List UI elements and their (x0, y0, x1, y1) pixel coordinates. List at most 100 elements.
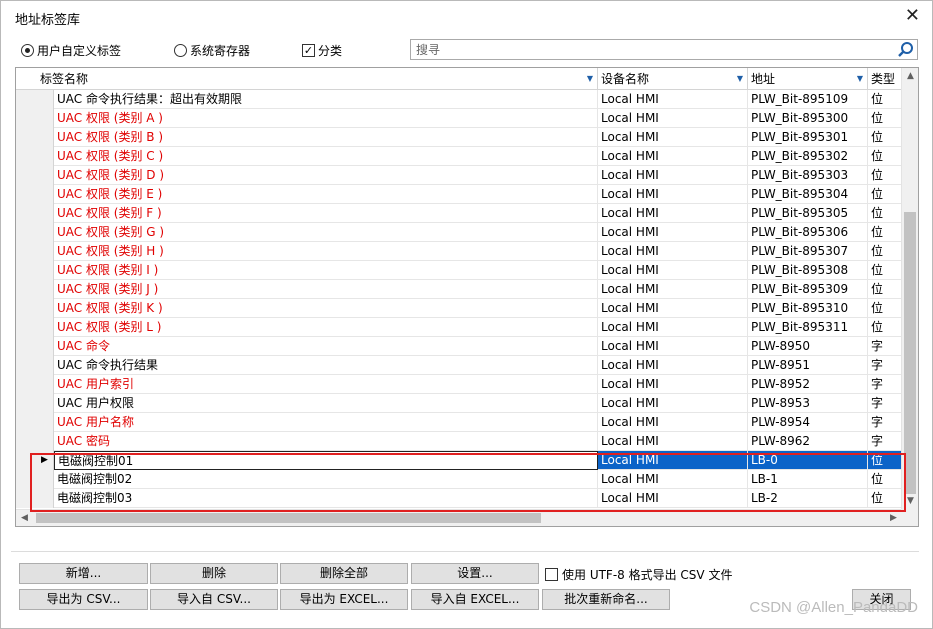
table-row[interactable]: UAC 权限 (类别 B ) Local HMI PLW_Bit-895301 位 (16, 128, 902, 147)
address-cell[interactable]: PLW-8962 (748, 432, 868, 451)
row-header[interactable] (16, 223, 54, 242)
row-header[interactable] (16, 489, 54, 508)
type-cell[interactable]: 位 (868, 128, 902, 147)
column-header-tag-name[interactable]: 标签名称 ▼ (16, 68, 598, 90)
table-row[interactable]: 电磁阀控制03 Local HMI LB-2 位 (16, 489, 902, 508)
export-excel-button[interactable]: 导出为 EXCEL... (280, 589, 408, 610)
tag-name-cell[interactable]: UAC 权限 (类别 L ) (54, 318, 598, 337)
type-cell[interactable]: 位 (868, 109, 902, 128)
tag-name-cell[interactable]: UAC 密码 (54, 432, 598, 451)
device-name-cell[interactable]: Local HMI (598, 337, 748, 356)
row-header[interactable] (16, 375, 54, 394)
type-cell[interactable]: 位 (868, 489, 902, 508)
type-cell[interactable]: 位 (868, 451, 902, 470)
table-row[interactable]: UAC 密码 Local HMI PLW-8962 字 (16, 432, 902, 451)
address-cell[interactable]: PLW_Bit-895311 (748, 318, 868, 337)
table-row[interactable]: UAC 权限 (类别 D ) Local HMI PLW_Bit-895303 位 (16, 166, 902, 185)
device-name-cell[interactable]: Local HMI (598, 166, 748, 185)
row-header[interactable] (16, 413, 54, 432)
tag-name-cell[interactable]: UAC 权限 (类别 I ) (54, 261, 598, 280)
row-header[interactable] (16, 261, 54, 280)
device-name-cell[interactable]: Local HMI (598, 261, 748, 280)
tag-name-cell[interactable]: 电磁阀控制01 (54, 451, 598, 470)
table-row[interactable]: UAC 权限 (类别 H ) Local HMI PLW_Bit-895307 位 (16, 242, 902, 261)
tag-name-cell[interactable]: UAC 命令 (54, 337, 598, 356)
tag-name-cell[interactable]: UAC 权限 (类别 K ) (54, 299, 598, 318)
tag-name-cell[interactable]: UAC 权限 (类别 E ) (54, 185, 598, 204)
tag-name-cell[interactable]: UAC 权限 (类别 D ) (54, 166, 598, 185)
device-name-cell[interactable]: Local HMI (598, 470, 748, 489)
address-cell[interactable]: PLW_Bit-895300 (748, 109, 868, 128)
device-name-cell[interactable]: Local HMI (598, 128, 748, 147)
type-cell[interactable]: 位 (868, 242, 902, 261)
device-name-cell[interactable]: Local HMI (598, 147, 748, 166)
row-header[interactable] (16, 337, 54, 356)
device-name-cell[interactable]: Local HMI (598, 375, 748, 394)
device-name-cell[interactable]: Local HMI (598, 204, 748, 223)
row-header[interactable]: ▶ (16, 451, 54, 470)
delete-all-button[interactable]: 删除全部 (280, 563, 408, 584)
import-csv-button[interactable]: 导入自 CSV... (150, 589, 278, 610)
column-header-address[interactable]: 地址 ▼ (748, 68, 868, 90)
tag-name-cell[interactable]: UAC 权限 (类别 A ) (54, 109, 598, 128)
type-cell[interactable]: 字 (868, 413, 902, 432)
settings-button[interactable]: 设置... (411, 563, 539, 584)
table-row[interactable]: UAC 用户索引 Local HMI PLW-8952 字 (16, 375, 902, 394)
tag-name-cell[interactable]: UAC 用户索引 (54, 375, 598, 394)
table-row[interactable]: UAC 权限 (类别 L ) Local HMI PLW_Bit-895311 位 (16, 318, 902, 337)
table-row[interactable]: UAC 权限 (类别 E ) Local HMI PLW_Bit-895304 位 (16, 185, 902, 204)
scroll-down-icon[interactable]: ▼ (902, 493, 918, 510)
table-row[interactable]: UAC 权限 (类别 J ) Local HMI PLW_Bit-895309 位 (16, 280, 902, 299)
type-cell[interactable]: 位 (868, 261, 902, 280)
row-header[interactable] (16, 394, 54, 413)
tag-name-cell[interactable]: UAC 权限 (类别 H ) (54, 242, 598, 261)
table-row[interactable]: ▶ 电磁阀控制01 Local HMI LB-0 位 (16, 451, 902, 470)
tag-name-cell[interactable]: UAC 权限 (类别 J ) (54, 280, 598, 299)
search-input[interactable] (411, 40, 881, 59)
table-row[interactable]: UAC 权限 (类别 K ) Local HMI PLW_Bit-895310 位 (16, 299, 902, 318)
table-row[interactable]: UAC 命令执行结果：超出有效期限 Local HMI PLW_Bit-895109… (16, 90, 902, 109)
vertical-scrollbar[interactable]: ▲ ▼ (901, 68, 918, 510)
row-header[interactable] (16, 204, 54, 223)
table-row[interactable]: UAC 权限 (类别 G ) Local HMI PLW_Bit-895306 位 (16, 223, 902, 242)
sort-dropdown-icon[interactable]: ▼ (737, 68, 743, 90)
row-header[interactable] (16, 318, 54, 337)
type-cell[interactable]: 位 (868, 147, 902, 166)
type-cell[interactable]: 位 (868, 204, 902, 223)
address-cell[interactable]: PLW_Bit-895303 (748, 166, 868, 185)
address-cell[interactable]: PLW-8953 (748, 394, 868, 413)
address-cell[interactable]: PLW_Bit-895308 (748, 261, 868, 280)
address-cell[interactable]: PLW_Bit-895306 (748, 223, 868, 242)
device-name-cell[interactable]: Local HMI (598, 394, 748, 413)
radio-user-defined-tags[interactable]: 用户自定义标签 (21, 42, 121, 59)
address-cell[interactable]: PLW_Bit-895109 (748, 90, 868, 109)
row-header[interactable] (16, 109, 54, 128)
address-cell[interactable]: LB-2 (748, 489, 868, 508)
tag-name-cell[interactable]: UAC 命令执行结果：超出有效期限 (54, 90, 598, 109)
device-name-cell[interactable]: Local HMI (598, 356, 748, 375)
device-name-cell[interactable]: Local HMI (598, 242, 748, 261)
export-csv-button[interactable]: 导出为 CSV... (19, 589, 148, 610)
horizontal-scroll-thumb[interactable] (36, 513, 541, 523)
address-cell[interactable]: PLW_Bit-895304 (748, 185, 868, 204)
table-row[interactable]: 电磁阀控制02 Local HMI LB-1 位 (16, 470, 902, 489)
device-name-cell[interactable]: Local HMI (598, 489, 748, 508)
address-cell[interactable]: LB-0 (748, 451, 868, 470)
tag-name-cell[interactable]: UAC 权限 (类别 F ) (54, 204, 598, 223)
device-name-cell[interactable]: Local HMI (598, 280, 748, 299)
scroll-right-icon[interactable]: ▶ (885, 510, 902, 526)
table-row[interactable]: UAC 用户名称 Local HMI PLW-8954 字 (16, 413, 902, 432)
row-header[interactable] (16, 90, 54, 109)
column-header-type[interactable]: 类型 (868, 68, 902, 90)
address-cell[interactable]: PLW_Bit-895309 (748, 280, 868, 299)
type-cell[interactable]: 位 (868, 280, 902, 299)
device-name-cell[interactable]: Local HMI (598, 299, 748, 318)
table-row[interactable]: UAC 用户权限 Local HMI PLW-8953 字 (16, 394, 902, 413)
scroll-left-icon[interactable]: ◀ (16, 510, 33, 526)
tag-name-cell[interactable]: 电磁阀控制02 (54, 470, 598, 489)
table-row[interactable]: UAC 权限 (类别 A ) Local HMI PLW_Bit-895300 位 (16, 109, 902, 128)
batch-rename-button[interactable]: 批次重新命名... (542, 589, 670, 610)
address-cell[interactable]: PLW_Bit-895307 (748, 242, 868, 261)
radio-system-registers[interactable]: 系统寄存器 (174, 42, 250, 59)
type-cell[interactable]: 字 (868, 432, 902, 451)
